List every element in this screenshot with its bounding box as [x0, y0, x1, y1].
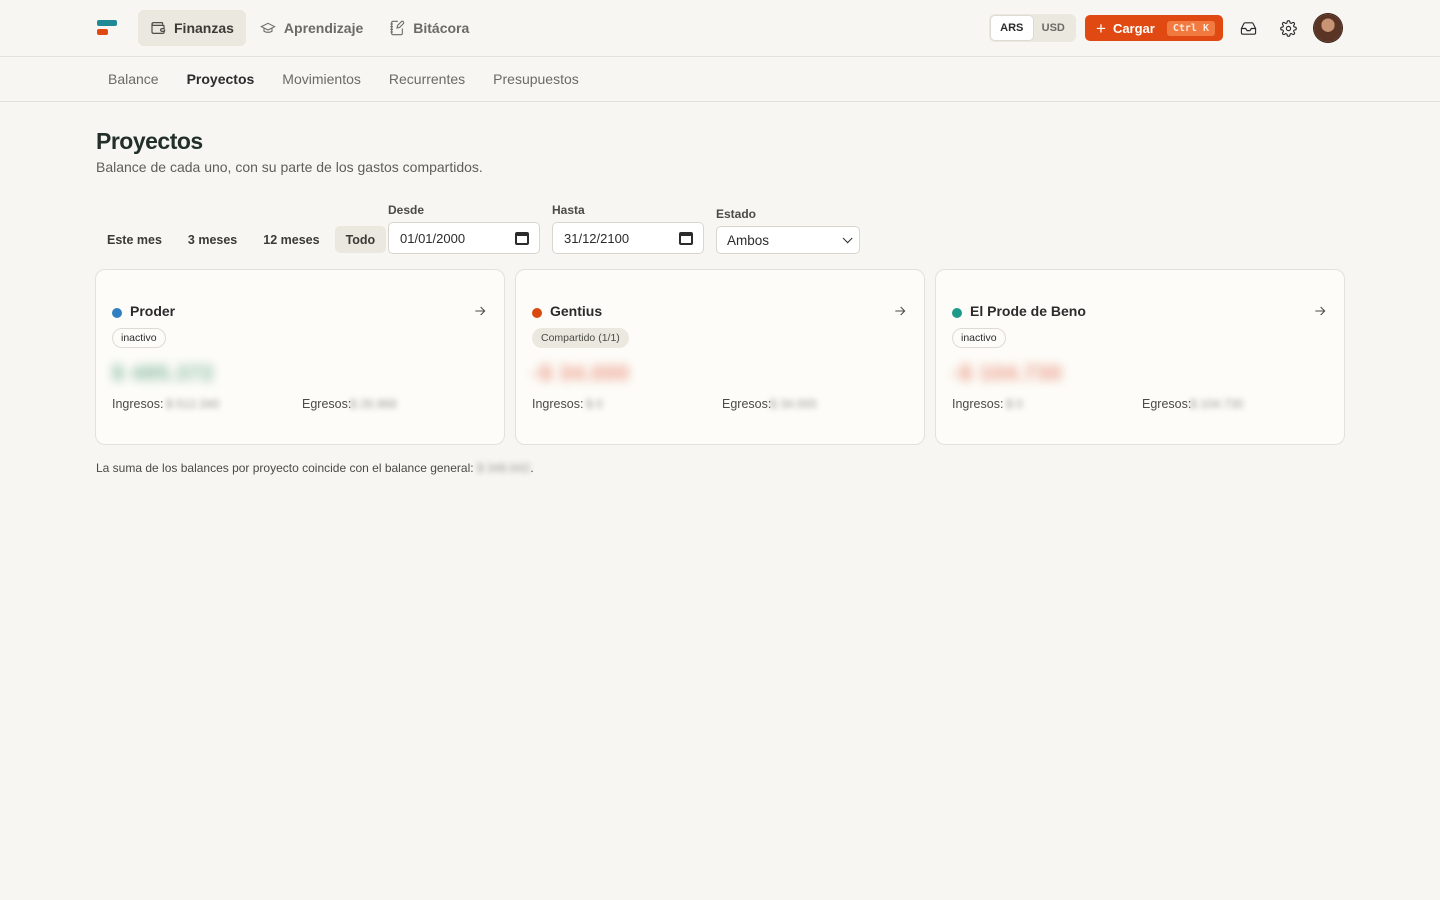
- ingresos-value: $ 512.340: [166, 397, 220, 411]
- currency-toggle: ARS USD: [989, 14, 1076, 42]
- wallet-icon: [151, 22, 166, 34]
- calendar-icon[interactable]: [679, 231, 693, 245]
- main-nav: Finanzas Aprendizaje Bitácora: [138, 10, 481, 46]
- project-card[interactable]: El Prode de Beno inactivo -$ 104.730 Ing…: [935, 269, 1345, 445]
- gear-icon: [1279, 19, 1297, 37]
- range-este-mes[interactable]: Este mes: [96, 226, 173, 253]
- egresos-label: Egresos:: [722, 397, 772, 411]
- section-tabs: Balance Proyectos Movimientos Recurrente…: [0, 57, 1440, 102]
- tab-proyectos[interactable]: Proyectos: [173, 57, 269, 101]
- estado-value: Ambos: [727, 232, 770, 248]
- ingresos-label: Ingresos:: [532, 397, 584, 411]
- egresos-value: $ 104.730: [1190, 397, 1244, 411]
- app-logo[interactable]: [97, 20, 117, 36]
- page-title: Proyectos: [96, 128, 203, 154]
- desde-date-input[interactable]: 01/01/2000: [388, 222, 540, 254]
- nav-item-label: Bitácora: [413, 20, 470, 36]
- project-balance: -$ 34.000: [532, 362, 630, 385]
- status-badge: inactivo: [112, 328, 166, 348]
- shared-badge: Compartido (1/1): [532, 328, 629, 348]
- range-todo[interactable]: Todo: [334, 226, 387, 253]
- user-avatar[interactable]: [1314, 14, 1342, 42]
- nav-item-finanzas[interactable]: Finanzas: [138, 10, 246, 46]
- egresos-label: Egresos:: [302, 397, 352, 411]
- project-color-dot: [952, 308, 962, 318]
- project-balance: $ 485.372: [112, 362, 215, 385]
- cargar-button[interactable]: + Cargar Ctrl K: [1085, 15, 1223, 41]
- egresos-value: $ 26.968: [350, 397, 397, 411]
- nav-item-label: Aprendizaje: [283, 20, 364, 36]
- notebook-pen-icon: [390, 20, 405, 36]
- egresos-label: Egresos:: [1142, 397, 1192, 411]
- balance-footnote: La suma de los balances por proyecto coi…: [96, 461, 534, 475]
- hasta-label: Hasta: [552, 203, 585, 217]
- chevron-down-icon: [842, 232, 853, 243]
- tab-presupuestos[interactable]: Presupuestos: [479, 57, 593, 101]
- footnote-end: .: [530, 461, 534, 475]
- cargar-label: Cargar: [1112, 20, 1155, 36]
- hasta-value: 31/12/2100: [564, 230, 630, 246]
- desde-value: 01/01/2000: [400, 230, 466, 246]
- currency-option-ars[interactable]: ARS: [991, 16, 1033, 40]
- graduation-cap-icon: [260, 22, 276, 33]
- estado-label: Estado: [716, 207, 757, 221]
- currency-option-usd[interactable]: USD: [1033, 16, 1075, 40]
- plus-icon: +: [1096, 18, 1106, 38]
- settings-button[interactable]: [1278, 18, 1298, 38]
- page-subtitle: Balance de cada uno, con su parte de los…: [96, 159, 483, 175]
- inbox-button[interactable]: [1238, 18, 1258, 38]
- keyboard-shortcut-badge: Ctrl K: [1166, 20, 1215, 36]
- tab-movimientos[interactable]: Movimientos: [268, 57, 375, 101]
- hasta-date-input[interactable]: 31/12/2100: [552, 222, 704, 254]
- arrow-right-icon[interactable]: [472, 303, 488, 319]
- arrow-right-icon[interactable]: [1312, 303, 1328, 319]
- project-balance: -$ 104.730: [952, 362, 1063, 385]
- footnote-text: La suma de los balances por proyecto coi…: [96, 461, 474, 475]
- project-name: El Prode de Beno: [970, 303, 1086, 319]
- ingresos-value: $ 0: [586, 397, 603, 411]
- nav-item-aprendizaje[interactable]: Aprendizaje: [248, 10, 375, 46]
- project-card[interactable]: Proder inactivo $ 485.372 Ingresos: $ 51…: [95, 269, 505, 445]
- footnote-value: $ 346.642: [476, 461, 531, 475]
- project-name: Proder: [130, 303, 176, 319]
- ingresos-label: Ingresos:: [112, 397, 164, 411]
- project-color-dot: [112, 308, 122, 318]
- range-3-meses[interactable]: 3 meses: [177, 226, 248, 253]
- tab-recurrentes[interactable]: Recurrentes: [375, 57, 479, 101]
- nav-item-bitacora[interactable]: Bitácora: [377, 10, 481, 46]
- egresos-value: $ 34.000: [770, 397, 817, 411]
- range-12-meses[interactable]: 12 meses: [252, 226, 330, 253]
- top-bar: Finanzas Aprendizaje Bitácora ARS USD + …: [0, 0, 1440, 57]
- arrow-right-icon[interactable]: [892, 303, 908, 319]
- desde-label: Desde: [388, 203, 425, 217]
- range-presets: Este mes 3 meses 12 meses Todo: [96, 226, 387, 253]
- ingresos-value: $ 0: [1006, 397, 1023, 411]
- nav-item-label: Finanzas: [174, 20, 234, 36]
- inbox-icon: [1240, 21, 1256, 35]
- project-name: Gentius: [550, 303, 603, 319]
- project-color-dot: [532, 308, 542, 318]
- status-badge: inactivo: [952, 328, 1006, 348]
- project-card[interactable]: Gentius Compartido (1/1) -$ 34.000 Ingre…: [515, 269, 925, 445]
- calendar-icon[interactable]: [515, 231, 529, 245]
- ingresos-label: Ingresos:: [952, 397, 1004, 411]
- estado-select[interactable]: Ambos: [716, 226, 860, 254]
- tab-balance[interactable]: Balance: [94, 57, 173, 101]
